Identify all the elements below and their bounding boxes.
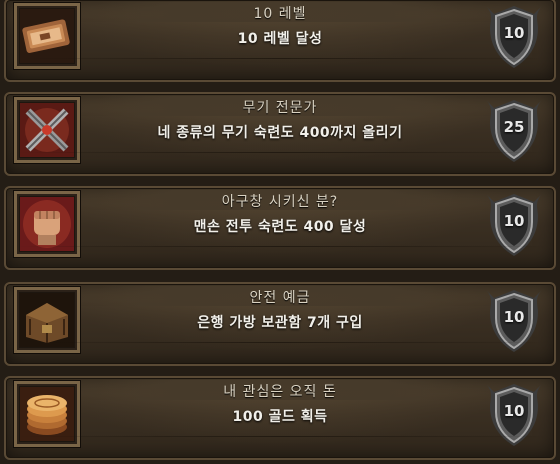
achievement-points: 10 [503, 212, 525, 230]
achievement-row[interactable]: 10 레벨 10 레벨 달성 10 [4, 0, 556, 82]
achievement-list: 10 레벨 10 레벨 달성 10 무기 전문가 네 종류의 무기 숙련도 40… [0, 0, 560, 464]
achievement-description: 맨손 전투 숙련도 400 달성 [193, 219, 367, 235]
achievement-row[interactable]: 안전 예금 은행 가방 보관함 7개 구입 10 [4, 282, 556, 366]
achievement-description: 100 골드 획득 [232, 409, 328, 425]
achievement-description: 은행 가방 보관함 7개 구입 [197, 315, 363, 331]
achievement-points: 10 [503, 402, 525, 420]
achievement-row[interactable]: 무기 전문가 네 종류의 무기 숙련도 400까지 올리기 25 [4, 92, 556, 176]
achievement-description: 10 레벨 달성 [237, 31, 323, 47]
crossed-weapons-icon [14, 97, 80, 163]
achievement-title: 안전 예금 [249, 290, 311, 306]
gold-coins-icon [14, 381, 80, 447]
achievement-title: 무기 전문가 [242, 100, 318, 116]
achievement-row[interactable]: 내 관심은 오직 돈 100 골드 획득 10 [4, 376, 556, 460]
level-ticket-icon [14, 3, 80, 69]
achievement-description: 네 종류의 무기 숙련도 400까지 올리기 [157, 125, 403, 141]
chest-icon [14, 287, 80, 353]
fist-icon [14, 191, 80, 257]
achievement-row[interactable]: 아구창 시키신 분? 맨손 전투 숙련도 400 달성 10 [4, 186, 556, 270]
achievement-points: 10 [503, 24, 525, 42]
achievement-points: 25 [503, 118, 525, 136]
achievement-title: 10 레벨 [253, 6, 307, 22]
achievement-points: 10 [503, 308, 525, 326]
achievement-title: 내 관심은 오직 돈 [223, 384, 337, 400]
achievement-title: 아구창 시키신 분? [221, 194, 339, 210]
